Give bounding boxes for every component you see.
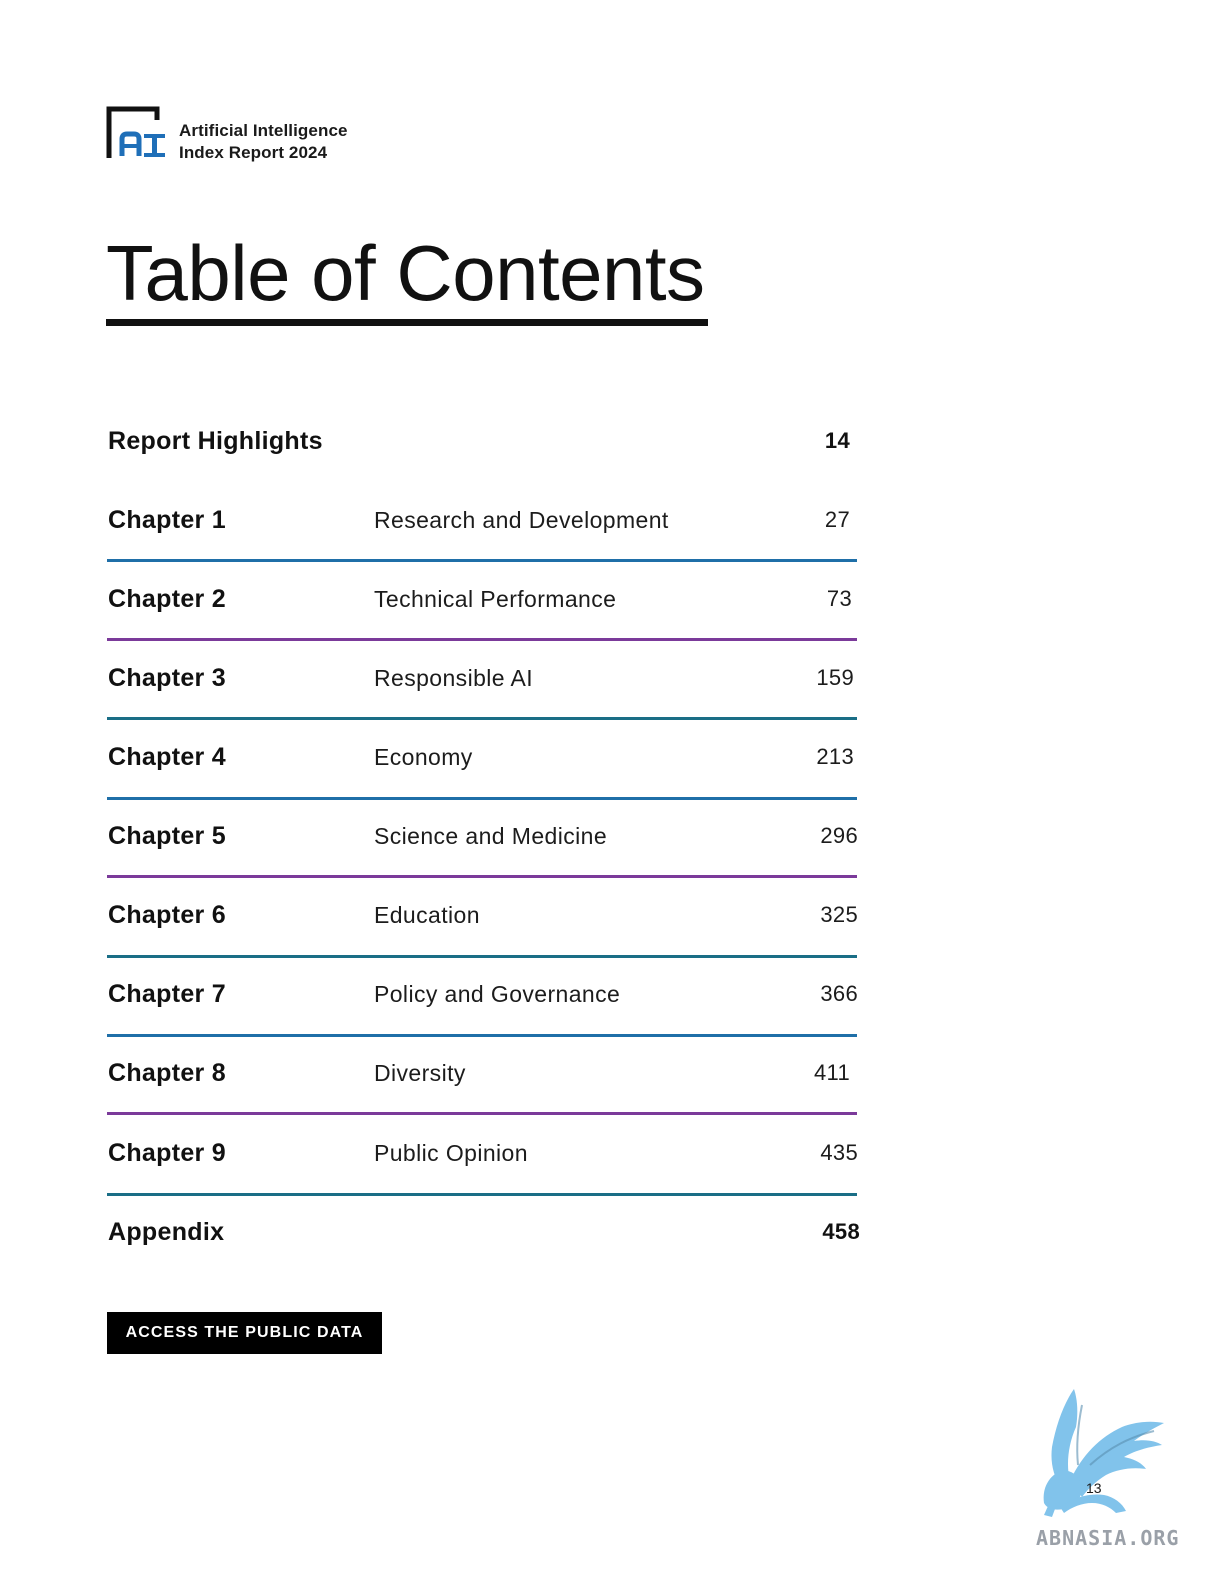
toc-page-number: 296 [820, 823, 858, 848]
toc-divider-chapter-7 [107, 1034, 857, 1037]
access-public-data-button[interactable]: ACCESS THE PUBLIC DATA [107, 1312, 382, 1354]
toc-label: Appendix [108, 1218, 225, 1246]
toc-row-chapter-5[interactable]: Chapter 5 Science and Medicine 296 [106, 811, 858, 861]
toc-topic: Public Opinion [374, 1140, 528, 1166]
watermark-text: ABNASIA.ORG [1036, 1526, 1180, 1550]
toc-topic: Policy and Governance [374, 981, 621, 1007]
toc-divider-chapter-1 [107, 559, 857, 562]
toc-divider-chapter-6 [107, 955, 857, 958]
toc-row-chapter-1[interactable]: Chapter 1 Research and Development 27 [106, 495, 858, 545]
toc-topic: Research and Development [374, 507, 669, 533]
toc-topic: Education [374, 902, 480, 928]
toc-row-chapter-6[interactable]: Chapter 6 Education 325 [106, 890, 858, 940]
toc-page-number: 366 [820, 981, 858, 1006]
toc-topic: Diversity [374, 1060, 466, 1086]
toc-page-number: 435 [820, 1140, 858, 1165]
toc-label: Chapter 8 [108, 1059, 227, 1087]
toc-row-chapter-2[interactable]: Chapter 2 Technical Performance 73 [106, 574, 858, 624]
toc-divider-chapter-5 [107, 875, 857, 878]
toc-divider-chapter-3 [107, 717, 857, 720]
toc-topic: Responsible AI [374, 665, 534, 691]
toc-label: Chapter 7 [108, 980, 227, 1008]
page-number: 13 [1086, 1480, 1102, 1496]
toc-row-chapter-3[interactable]: Chapter 3 Responsible AI 159 [106, 653, 858, 703]
toc-topic: Economy [374, 744, 473, 770]
toc-label: Chapter 2 [108, 585, 227, 613]
title-underline [106, 319, 708, 326]
logo-line-1: Artificial Intelligence [179, 121, 348, 140]
toc-page-number: 213 [816, 744, 854, 769]
toc-page-number: 159 [816, 665, 854, 690]
toc-label: Chapter 5 [108, 822, 227, 850]
toc-topic: Technical Performance [374, 586, 617, 612]
ai-logo-icon [106, 106, 165, 158]
toc-row-report-highlights[interactable]: Report Highlights 14 [106, 416, 858, 466]
toc-row-chapter-4[interactable]: Chapter 4 Economy 213 [106, 732, 858, 782]
toc-divider-chapter-4 [107, 797, 857, 800]
logo-text: Artificial Intelligence Index Report 202… [179, 120, 348, 164]
toc-divider-chapter-2 [107, 638, 857, 641]
toc-row-appendix[interactable]: Appendix 458 [106, 1207, 860, 1257]
toc-topic: Science and Medicine [374, 823, 608, 849]
toc-row-chapter-7[interactable]: Chapter 7 Policy and Governance 366 [106, 969, 858, 1019]
toc-page-number: 73 [826, 586, 852, 611]
toc-page-number: 325 [820, 902, 858, 927]
logo-line-2: Index Report 2024 [179, 143, 328, 162]
griffin-watermark-icon [1043, 1389, 1164, 1517]
toc-label: Report Highlights [108, 427, 323, 455]
toc-page-number: 458 [822, 1219, 860, 1244]
toc-row-chapter-8[interactable]: Chapter 8 Diversity 411 [106, 1048, 858, 1098]
toc-page-number: 27 [824, 507, 850, 532]
ai-index-logo: Artificial Intelligence Index Report 202… [106, 106, 366, 162]
toc-label: Chapter 9 [108, 1139, 227, 1167]
toc-label: Chapter 4 [108, 743, 227, 771]
toc-label: Chapter 6 [108, 901, 227, 929]
toc-divider-chapter-8 [107, 1112, 857, 1115]
toc-label: Chapter 3 [108, 664, 227, 692]
toc-row-chapter-9[interactable]: Chapter 9 Public Opinion 435 [106, 1128, 858, 1178]
toc-divider-chapter-9 [107, 1193, 857, 1196]
page-title: Table of Contents [106, 229, 705, 317]
toc-page-number: 14 [824, 428, 850, 453]
toc-label: Chapter 1 [108, 506, 227, 534]
toc-page-number: 411 [814, 1060, 850, 1085]
